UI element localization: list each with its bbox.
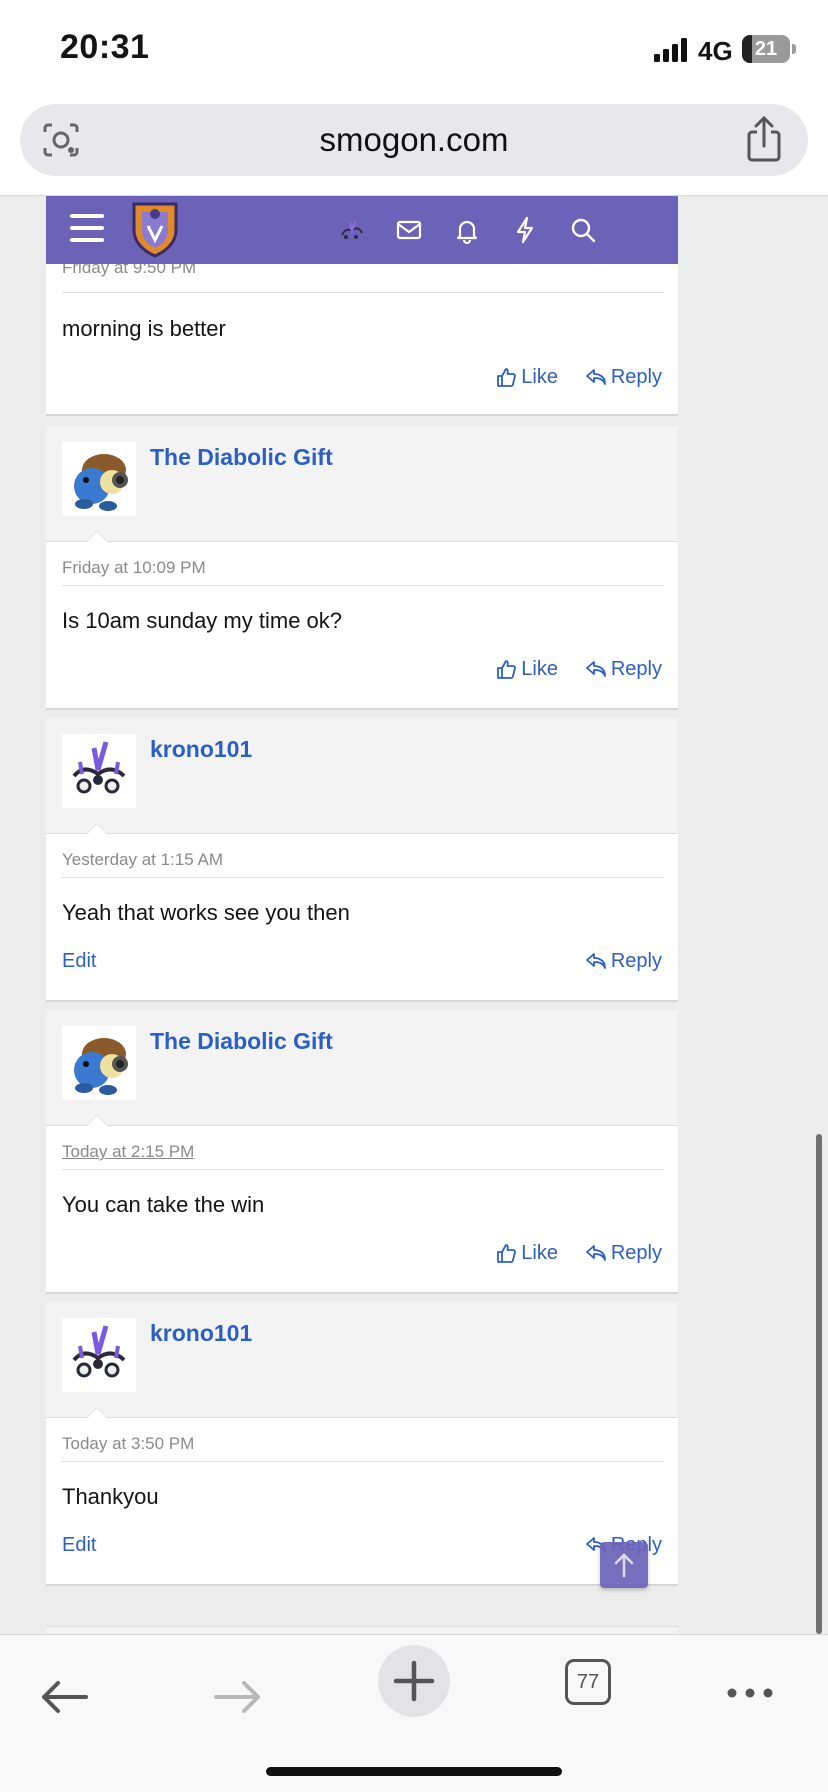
post-header: krono101 xyxy=(46,718,678,834)
message-post: Friday at 9:50 PM morning is better Like… xyxy=(46,238,678,416)
reply-icon xyxy=(585,953,606,969)
message-post: krono101 Yesterday at 1:15 AM Yeah that … xyxy=(46,718,678,1002)
reply-label: Reply xyxy=(610,658,662,680)
post-header: The Diabolic Gift xyxy=(46,426,678,542)
battery-icon: 21 xyxy=(742,35,790,63)
reply-button[interactable]: Reply xyxy=(585,944,662,978)
like-label: Like xyxy=(521,1242,558,1264)
edit-label: Edit xyxy=(62,950,97,972)
page-content[interactable]: Friday at 9:50 PM morning is better Like… xyxy=(0,196,828,1634)
like-button[interactable]: Like xyxy=(495,1236,558,1270)
reply-label: Reply xyxy=(610,950,662,972)
post-date[interactable]: Yesterday at 1:15 AM xyxy=(62,850,223,870)
tab-count-button[interactable]: 77 xyxy=(565,1659,611,1705)
post-date[interactable]: Friday at 10:09 PM xyxy=(62,558,206,578)
address-bar[interactable]: smogon.com xyxy=(20,104,808,176)
post-date[interactable]: Today at 3:50 PM xyxy=(62,1434,194,1454)
browser-address-area: smogon.com xyxy=(0,96,828,196)
like-button[interactable]: Like xyxy=(495,360,558,394)
reply-icon xyxy=(585,661,606,677)
reply-label: Reply xyxy=(610,1242,662,1264)
inbox-icon[interactable] xyxy=(394,215,424,245)
thumbs-up-icon xyxy=(497,660,517,679)
reply-icon xyxy=(585,369,606,385)
arrow-up-icon xyxy=(614,1553,634,1578)
reply-button[interactable]: Reply xyxy=(585,360,662,394)
post-message: Is 10am sunday my time ok? xyxy=(62,608,343,633)
menu-icon[interactable] xyxy=(70,214,104,244)
chandelure-avatar[interactable] xyxy=(62,1318,136,1392)
username[interactable]: The Diabolic Gift xyxy=(150,444,333,471)
battery-tip xyxy=(792,44,796,54)
message-post: krono101 Today at 3:50 PM Thankyou Edit … xyxy=(46,1302,678,1586)
post-header: The Diabolic Gift xyxy=(46,1010,678,1126)
reply-label: Reply xyxy=(610,366,662,388)
signal-icon xyxy=(654,38,687,62)
bolt-icon[interactable] xyxy=(510,215,540,245)
site-navbar xyxy=(46,196,678,264)
blastoise-avatar[interactable] xyxy=(62,442,136,516)
thumbs-up-icon xyxy=(497,368,517,387)
like-button[interactable]: Like xyxy=(495,652,558,686)
blastoise-avatar[interactable] xyxy=(62,1026,136,1100)
post-message: morning is better xyxy=(62,316,226,341)
reply-icon xyxy=(585,1245,606,1261)
scroll-to-top-button[interactable] xyxy=(600,1542,648,1588)
post-header: krono101 xyxy=(46,1302,678,1418)
post-date[interactable]: Today at 2:15 PM xyxy=(62,1142,194,1162)
message-post: The Diabolic Gift Friday at 10:09 PM Is … xyxy=(46,426,678,710)
like-label: Like xyxy=(521,366,558,388)
username[interactable]: krono101 xyxy=(150,1320,252,1347)
username[interactable]: The Diabolic Gift xyxy=(150,1028,333,1055)
network-type: 4G xyxy=(698,36,733,66)
new-tab-button[interactable] xyxy=(378,1645,450,1717)
share-icon[interactable] xyxy=(744,116,784,162)
reply-button[interactable]: Reply xyxy=(585,1236,662,1270)
reply-button[interactable]: Reply xyxy=(585,652,662,686)
status-time: 20:31 xyxy=(60,28,150,66)
more-options-icon[interactable] xyxy=(720,1671,780,1723)
back-arrow-icon[interactable] xyxy=(34,1671,94,1723)
smogon-logo[interactable] xyxy=(130,200,180,258)
scrollbar[interactable] xyxy=(816,1134,822,1634)
message-post: The Diabolic Gift Today at 2:15 PM You c… xyxy=(46,1010,678,1294)
edit-button[interactable]: Edit xyxy=(62,944,96,978)
like-label: Like xyxy=(521,658,558,680)
user-avatar-icon[interactable] xyxy=(336,215,366,245)
thumbs-up-icon xyxy=(497,1244,517,1263)
url-text[interactable]: smogon.com xyxy=(20,104,808,176)
plus-icon xyxy=(393,1660,435,1702)
post-message: Thankyou xyxy=(62,1484,159,1509)
post-message: You can take the win xyxy=(62,1192,265,1217)
battery-level: 21 xyxy=(754,38,778,60)
post-message: Yeah that works see you then xyxy=(62,900,350,925)
next-post-edge xyxy=(46,1626,678,1634)
edit-label: Edit xyxy=(62,1534,97,1556)
username[interactable]: krono101 xyxy=(150,736,252,763)
status-bar: 20:31 4G 21 xyxy=(0,0,828,96)
bell-icon[interactable] xyxy=(452,215,482,245)
edit-button[interactable]: Edit xyxy=(62,1528,96,1562)
chandelure-avatar[interactable] xyxy=(62,734,136,808)
forward-arrow-icon[interactable] xyxy=(208,1671,268,1723)
browser-toolbar: 77 xyxy=(0,1634,828,1792)
home-indicator xyxy=(266,1767,562,1776)
search-icon[interactable] xyxy=(568,215,598,245)
